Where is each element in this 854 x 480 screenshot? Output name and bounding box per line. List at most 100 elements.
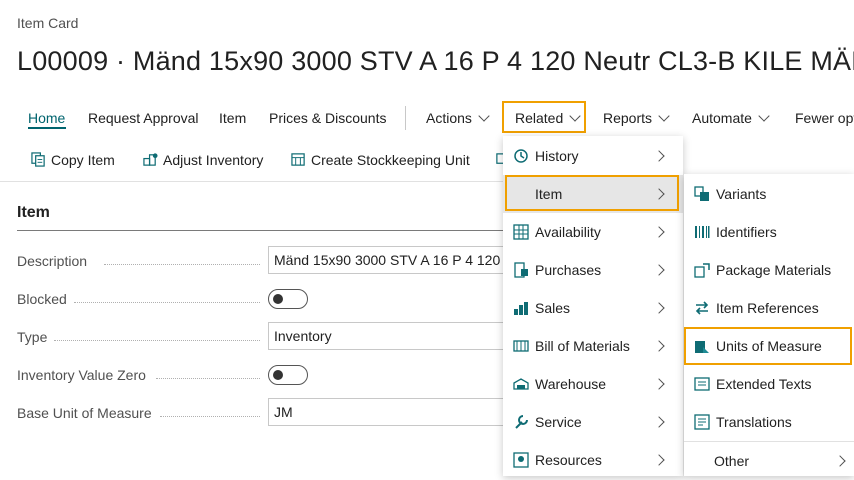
inventory-value-zero-toggle[interactable] xyxy=(268,365,308,385)
menu-item-history[interactable]: History xyxy=(503,137,683,175)
create-sku-button[interactable]: Create Stockkeeping Unit xyxy=(291,143,470,177)
item-menu-highlight xyxy=(505,175,679,211)
extended-texts-icon xyxy=(694,377,710,391)
type-select[interactable]: Inventory xyxy=(268,322,508,350)
section-title: Item xyxy=(17,204,50,221)
units-of-measure-highlight xyxy=(684,327,852,365)
menu-item-label: Availability xyxy=(535,224,601,240)
section-divider xyxy=(17,230,503,231)
submenu-identifiers[interactable]: Identifiers xyxy=(684,213,854,251)
chevron-right-icon xyxy=(834,455,846,467)
menu-item-label: Resources xyxy=(535,452,602,468)
chevron-down-icon xyxy=(478,110,490,122)
menu-item-warehouse[interactable]: Warehouse xyxy=(503,365,683,403)
blocked-label: Blocked xyxy=(17,291,67,307)
actions-label: Actions xyxy=(426,110,472,126)
request-approval-tab[interactable]: Request Approval xyxy=(88,100,199,136)
warehouse-icon xyxy=(513,378,529,390)
copy-icon xyxy=(31,152,45,167)
submenu-label: Variants xyxy=(716,186,767,202)
menu-item-purchases[interactable]: Purchases xyxy=(503,251,683,289)
submenu-divider xyxy=(684,441,854,442)
translations-icon xyxy=(694,414,710,430)
adjust-inventory-label: Adjust Inventory xyxy=(163,152,264,168)
prices-discounts-tab[interactable]: Prices & Discounts xyxy=(269,100,386,136)
submenu-label: Other xyxy=(714,453,750,469)
field-leader-dots xyxy=(74,302,260,304)
menu-item-availability[interactable]: Availability xyxy=(503,213,683,251)
menu-item-label: Purchases xyxy=(535,262,602,278)
reports-menu-button[interactable]: Reports xyxy=(603,100,670,136)
fewer-options-button[interactable]: Fewer opt xyxy=(795,100,854,136)
package-icon xyxy=(694,263,710,278)
submenu-variants[interactable]: Variants xyxy=(684,175,854,213)
actions-menu-button[interactable]: Actions xyxy=(426,100,490,136)
menu-item-sales[interactable]: Sales xyxy=(503,289,683,327)
menu-item-label: Bill of Materials xyxy=(535,338,630,354)
menu-item-label: Warehouse xyxy=(535,376,607,392)
chevron-right-icon xyxy=(653,302,665,314)
page-title: L00009 · Mänd 15x90 3000 STV A 16 P 4 12… xyxy=(17,46,854,76)
chevron-right-icon xyxy=(653,454,665,466)
bom-icon xyxy=(513,340,529,352)
chevron-right-icon xyxy=(653,340,665,352)
submenu-other[interactable]: Other xyxy=(684,442,854,480)
inventory-value-zero-label: Inventory Value Zero xyxy=(17,367,146,383)
promoted-actions: Copy Item Adjust Inventory Create Stockk… xyxy=(0,143,520,177)
chevron-right-icon xyxy=(653,226,665,238)
chevron-right-icon xyxy=(653,416,665,428)
chevron-right-icon xyxy=(653,378,665,390)
history-icon xyxy=(514,149,528,163)
menu-item-resources[interactable]: Resources xyxy=(503,441,683,479)
field-leader-dots xyxy=(160,416,260,418)
action-bar: Home Request Approval Item Prices & Disc… xyxy=(0,100,854,136)
description-field[interactable]: Mänd 15x90 3000 STV A 16 P 4 120 N xyxy=(268,246,508,274)
field-leader-dots xyxy=(54,340,260,342)
submenu-label: Extended Texts xyxy=(716,376,812,392)
type-label: Type xyxy=(17,329,48,345)
active-tab-indicator xyxy=(28,127,66,129)
description-label: Description xyxy=(17,253,88,269)
resources-icon xyxy=(513,452,529,468)
action-bar-divider xyxy=(405,106,406,130)
submenu-extended-texts[interactable]: Extended Texts xyxy=(684,365,854,403)
chevron-right-icon xyxy=(653,150,665,162)
menu-item-service[interactable]: Service xyxy=(503,403,683,441)
adjust-inventory-icon xyxy=(143,153,158,166)
submenu-translations[interactable]: Translations xyxy=(684,403,854,441)
availability-icon xyxy=(513,224,529,240)
chevron-right-icon xyxy=(653,264,665,276)
blocked-toggle[interactable] xyxy=(268,289,308,309)
reports-label: Reports xyxy=(603,110,653,126)
identifiers-icon xyxy=(695,226,710,238)
item-submenu: Variants Identifiers Package Materials I… xyxy=(684,174,854,476)
automate-menu-button[interactable]: Automate xyxy=(692,100,770,136)
menu-item-label: Service xyxy=(535,414,582,430)
copy-item-button[interactable]: Copy Item xyxy=(31,143,115,177)
service-icon xyxy=(515,415,528,429)
submenu-label: Identifiers xyxy=(716,224,777,240)
base-uom-field[interactable]: JM xyxy=(268,398,508,426)
related-highlight xyxy=(502,101,586,133)
automate-label: Automate xyxy=(692,110,752,126)
tab-home[interactable]: Home xyxy=(28,100,65,136)
stockkeeping-icon xyxy=(291,153,305,166)
item-tab[interactable]: Item xyxy=(219,100,246,136)
promoted-divider xyxy=(0,181,503,182)
copy-item-label: Copy Item xyxy=(51,152,115,168)
submenu-label: Package Materials xyxy=(716,262,832,278)
submenu-package-materials[interactable]: Package Materials xyxy=(684,251,854,289)
variants-icon xyxy=(694,186,709,201)
purchases-icon xyxy=(514,262,528,278)
adjust-inventory-button[interactable]: Adjust Inventory xyxy=(143,143,263,177)
menu-item-bill-of-materials[interactable]: Bill of Materials xyxy=(503,327,683,365)
submenu-item-references[interactable]: Item References xyxy=(684,289,854,327)
create-sku-label: Create Stockkeeping Unit xyxy=(311,152,470,168)
submenu-label: Translations xyxy=(716,414,792,430)
chevron-down-icon xyxy=(658,110,670,122)
menu-item-label: Sales xyxy=(535,300,571,316)
field-leader-dots xyxy=(156,378,260,380)
submenu-label: Item References xyxy=(716,300,819,316)
menu-item-label: History xyxy=(535,148,579,164)
chevron-down-icon xyxy=(758,110,770,122)
